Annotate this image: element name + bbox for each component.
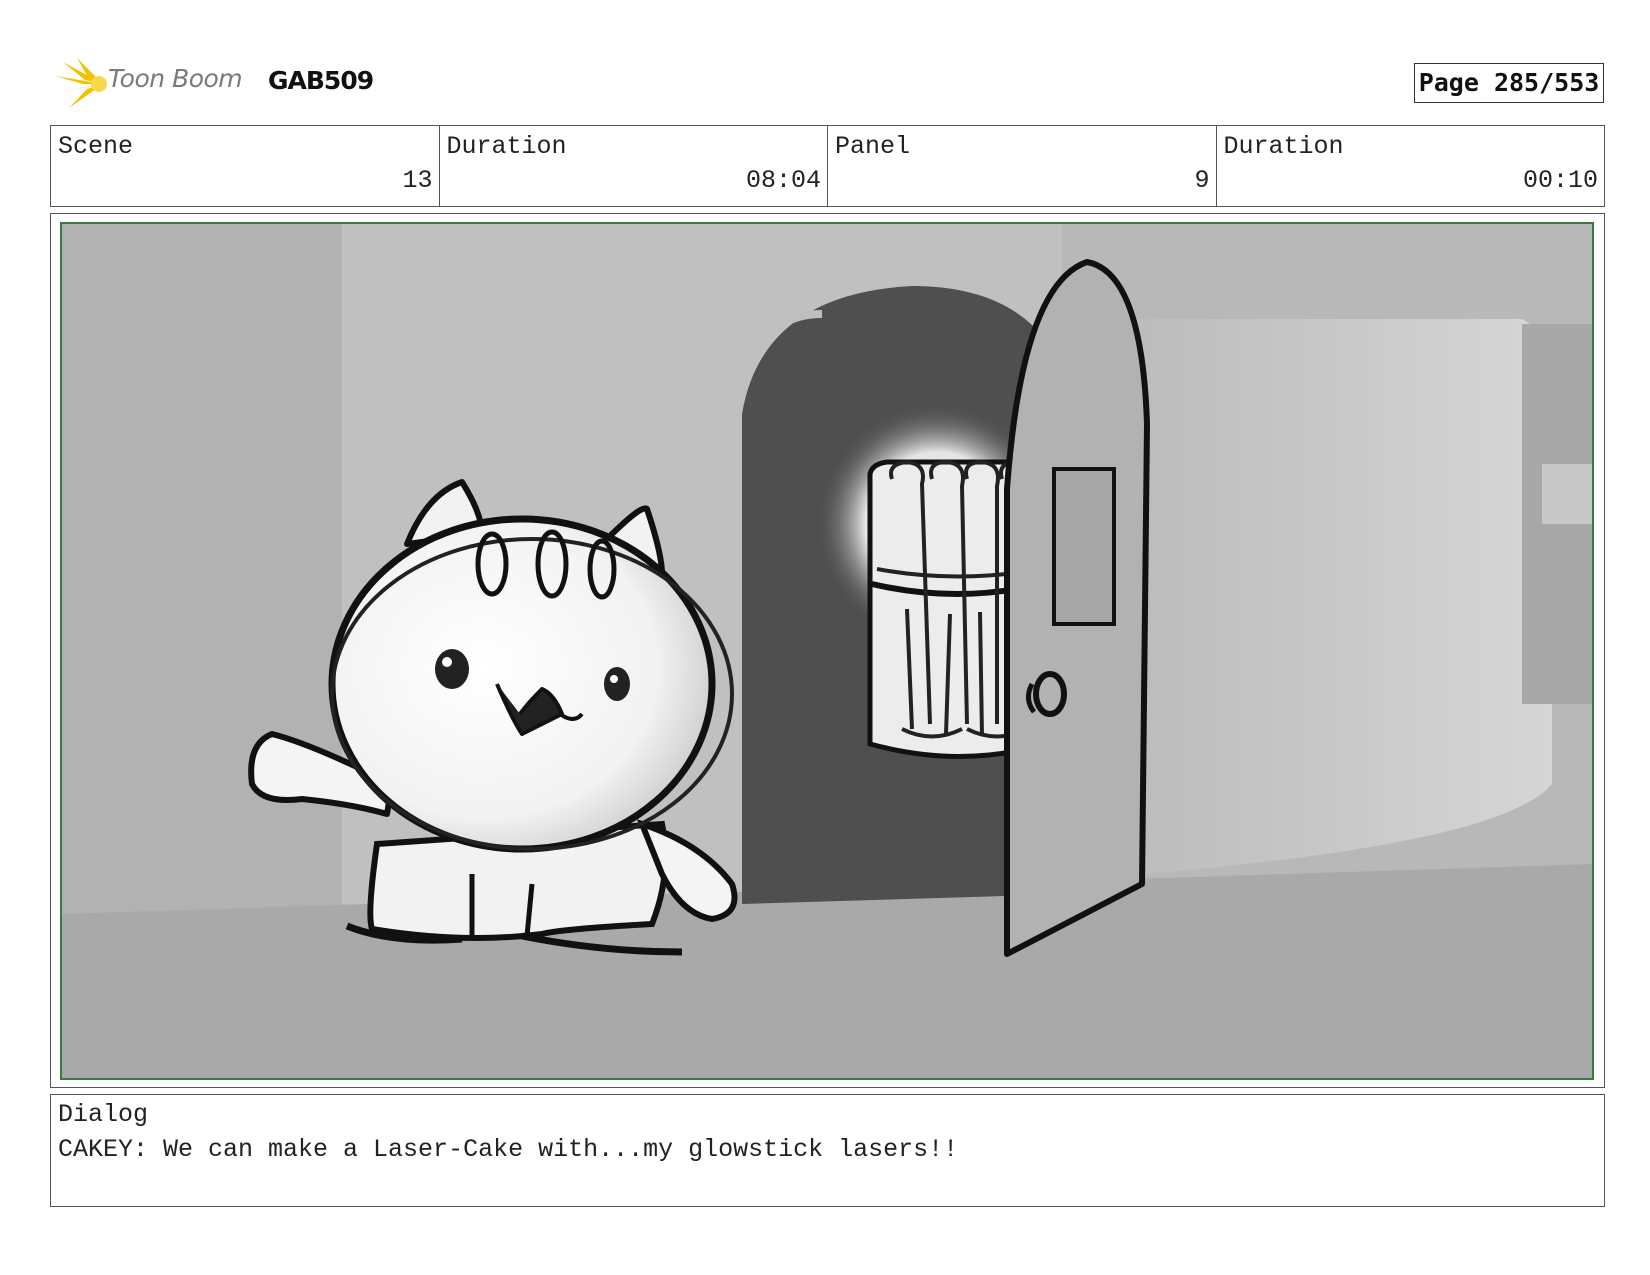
storyboard-panel-frame xyxy=(50,213,1605,1088)
scene-duration-label: Duration xyxy=(446,132,567,161)
dialog-text: CAKEY: We can make a Laser-Cake with...m… xyxy=(58,1135,959,1164)
starburst-icon xyxy=(55,58,107,108)
brand-name: Toon Boom xyxy=(108,64,243,93)
panel-duration-cell: Duration 00:10 xyxy=(1217,126,1605,206)
counter-shape xyxy=(1137,319,1552,874)
cakey-left-eye xyxy=(435,649,469,689)
panel-cell: Panel 9 xyxy=(828,126,1217,206)
scene-label: Scene xyxy=(58,132,134,161)
cakey-head xyxy=(328,515,716,853)
panel-value: 9 xyxy=(1194,166,1210,195)
panel-label: Panel xyxy=(835,132,911,161)
scene-value: 13 xyxy=(402,166,433,195)
scene-cell: Scene 13 xyxy=(51,126,440,206)
scene-duration-cell: Duration 08:04 xyxy=(440,126,828,206)
door xyxy=(1004,259,1150,957)
project-id: GAB509 xyxy=(268,66,374,95)
dialog-label: Dialog xyxy=(58,1100,149,1129)
shelf-highlight xyxy=(1542,464,1592,524)
cakey-right-eye xyxy=(604,667,630,701)
storyboard-drawing xyxy=(60,222,1594,1080)
page-counter: Page 285/553 xyxy=(1414,63,1604,103)
wall-left-panel xyxy=(62,224,342,914)
door-window xyxy=(1052,467,1116,626)
panel-duration-label: Duration xyxy=(1223,132,1344,161)
scene-duration-value: 08:04 xyxy=(745,166,821,195)
scene-info-table: Scene 13 Duration 08:04 Panel 9 Duration… xyxy=(50,125,1605,207)
panel-duration-value: 00:10 xyxy=(1522,166,1598,195)
dialog-box: Dialog CAKEY: We can make a Laser-Cake w… xyxy=(50,1094,1605,1207)
